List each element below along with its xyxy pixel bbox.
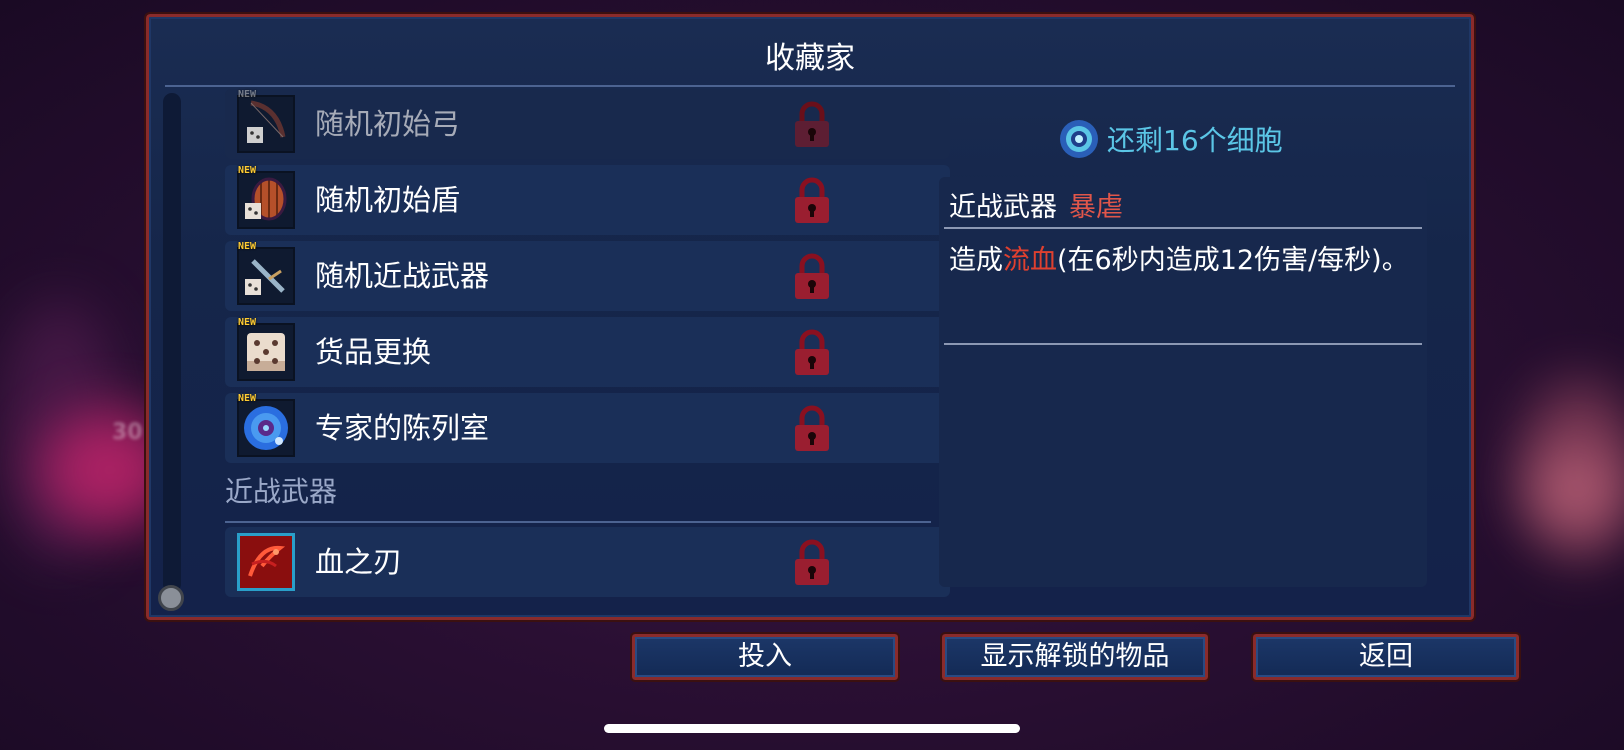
detail-divider	[944, 343, 1422, 345]
list-item-label: 货品更换	[315, 335, 432, 369]
detail-header: 近战武器 暴虐	[949, 185, 1123, 224]
list-item-random-bow[interactable]: NEW 随机初始弓	[225, 89, 950, 159]
random-shield-icon: NEW	[237, 165, 295, 229]
collector-panel: 收藏家 NEW 随机初始弓 NEW 随机初始盾 NEW 随机近战武器 NEW 货…	[144, 12, 1476, 622]
new-badge: NEW	[238, 241, 257, 252]
background-number: 30	[112, 420, 143, 445]
list-item-label: 随机近战武器	[315, 259, 490, 293]
list-item-reroll[interactable]: NEW 货品更换	[225, 317, 950, 387]
new-badge: NEW	[238, 89, 257, 100]
item-detail-card: 近战武器 暴虐 造成流血(在6秒内造成12伤害/每秒)。	[939, 177, 1427, 587]
cells-remaining-text: 还剩16个细胞	[1107, 124, 1283, 157]
detail-divider	[944, 227, 1422, 229]
lock-icon	[795, 177, 829, 223]
background-blur	[1530, 450, 1620, 530]
detail-tag: 暴虐	[1069, 192, 1123, 223]
show-unlocked-button[interactable]: 显示解锁的物品	[940, 632, 1210, 682]
list-item-label: 专家的陈列室	[315, 411, 490, 445]
dice-icon: NEW	[237, 317, 295, 381]
lock-icon	[795, 405, 829, 451]
detail-category: 近战武器	[949, 192, 1057, 223]
cell-counter: 还剩16个细胞	[1059, 117, 1283, 161]
blue-orb-icon: NEW	[237, 393, 295, 457]
cell-icon	[1060, 120, 1098, 158]
blood-sword-icon	[237, 533, 295, 591]
list-item-random-melee[interactable]: NEW 随机近战武器	[225, 241, 950, 311]
lock-icon	[795, 539, 829, 585]
desc-prefix: 造成	[949, 245, 1003, 276]
lock-icon	[795, 329, 829, 375]
list-item-blood-sword[interactable]: 血之刃	[225, 527, 950, 597]
desc-keyword: 流血	[1003, 245, 1057, 276]
new-badge: NEW	[238, 393, 257, 404]
lock-icon	[795, 101, 829, 147]
list-item-label: 随机初始弓	[315, 107, 461, 141]
scrollbar-thumb[interactable]	[158, 585, 184, 611]
list-item-label: 随机初始盾	[315, 183, 461, 217]
lock-icon	[795, 253, 829, 299]
back-button[interactable]: 返回	[1251, 632, 1521, 682]
home-indicator[interactable]	[604, 724, 1020, 733]
section-header-melee: 近战武器	[225, 475, 338, 508]
new-badge: NEW	[238, 317, 257, 328]
list-item-label: 血之刃	[315, 545, 403, 579]
detail-description: 造成流血(在6秒内造成12伤害/每秒)。	[949, 239, 1409, 283]
random-melee-icon: NEW	[237, 241, 295, 305]
invest-button[interactable]: 投入	[630, 632, 900, 682]
section-divider	[225, 521, 931, 523]
list-item-random-shield[interactable]: NEW 随机初始盾	[225, 165, 950, 235]
random-bow-icon: NEW	[237, 89, 295, 153]
panel-title: 收藏家	[765, 41, 855, 76]
title-divider	[165, 85, 1455, 87]
desc-suffix: (在6秒内造成12伤害/每秒)。	[1057, 245, 1409, 276]
list-item-expert-showroom[interactable]: NEW 专家的陈列室	[225, 393, 950, 463]
new-badge: NEW	[238, 165, 257, 176]
scrollbar[interactable]	[163, 93, 181, 593]
